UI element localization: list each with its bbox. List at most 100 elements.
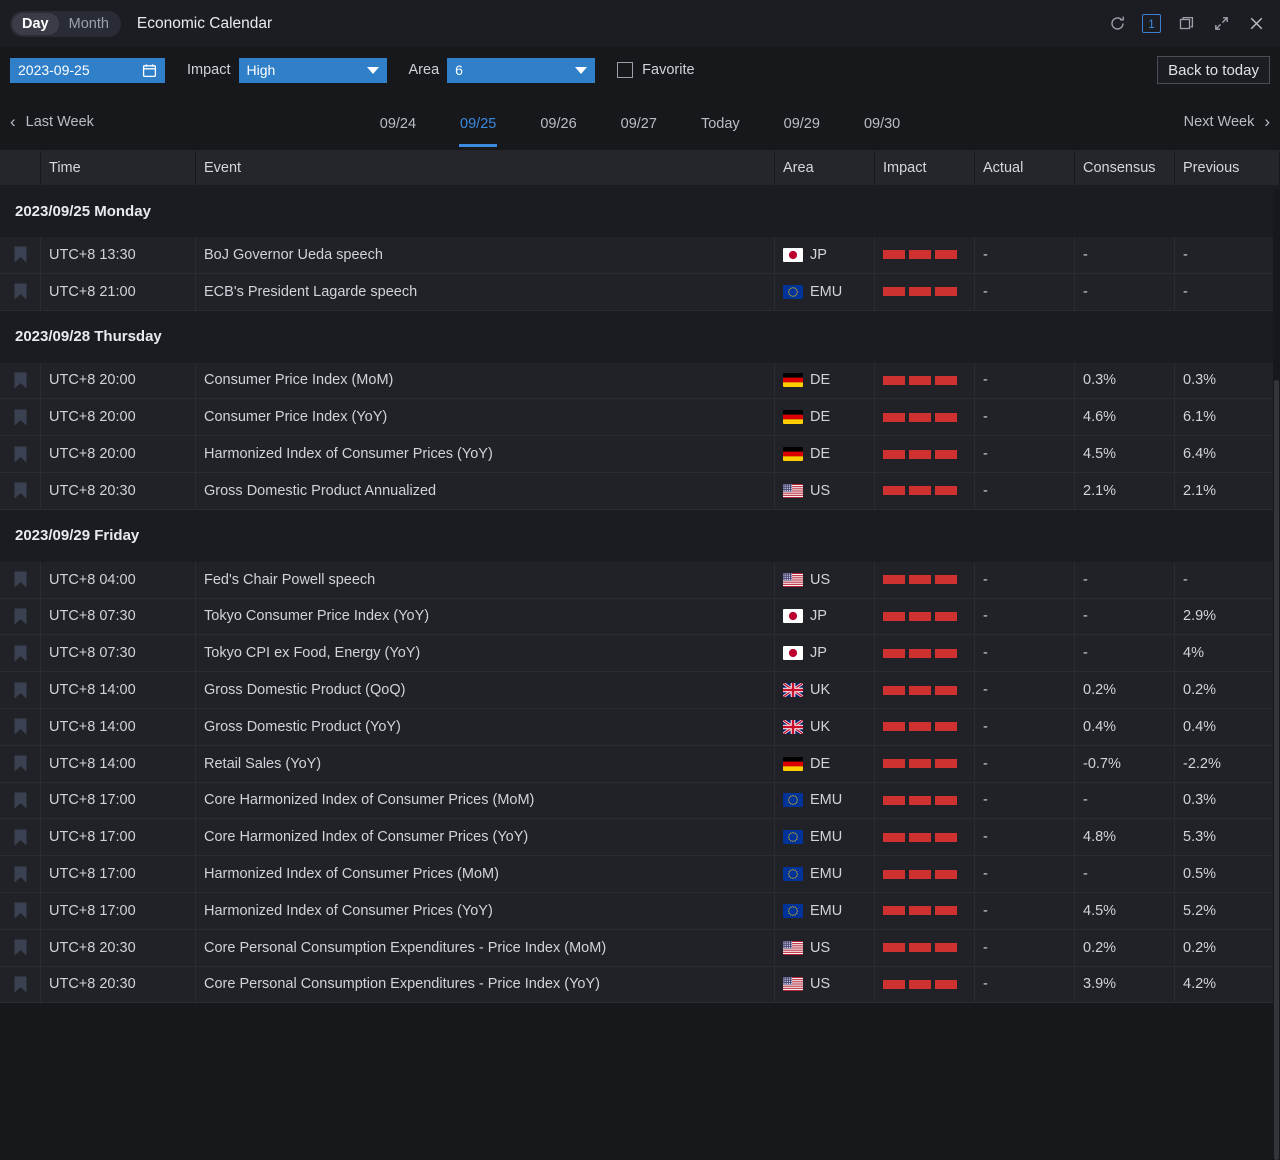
- window-count-badge[interactable]: 1: [1142, 14, 1161, 33]
- bookmark-toggle[interactable]: [0, 237, 41, 273]
- event-name: ECB's President Lagarde speech: [196, 274, 775, 310]
- table-row[interactable]: UTC+8 20:00Harmonized Index of Consumer …: [0, 436, 1280, 473]
- window-controls: 1: [1107, 14, 1272, 34]
- bookmark-toggle[interactable]: [0, 399, 41, 435]
- area-code: EMU: [810, 903, 842, 919]
- bookmark-toggle[interactable]: [0, 709, 41, 745]
- table-row[interactable]: UTC+8 20:30Core Personal Consumption Exp…: [0, 930, 1280, 967]
- flag-icon-jp: [783, 248, 803, 262]
- bookmark-toggle[interactable]: [0, 856, 41, 892]
- date-input[interactable]: 2023-09-25: [10, 58, 165, 83]
- event-actual: -: [975, 709, 1075, 745]
- bookmark-toggle[interactable]: [0, 819, 41, 855]
- vertical-scrollbar-track[interactable]: [1273, 189, 1280, 1069]
- table-row[interactable]: UTC+8 07:30Tokyo Consumer Price Index (Y…: [0, 599, 1280, 636]
- day-tab-0[interactable]: 09/24: [358, 101, 438, 143]
- event-actual: -: [975, 672, 1075, 708]
- table-row[interactable]: UTC+8 04:00Fed's Chair Powell speechUS--…: [0, 562, 1280, 599]
- impact-bar: [883, 833, 905, 842]
- table-row[interactable]: UTC+8 20:30Gross Domestic Product Annual…: [0, 473, 1280, 510]
- table-body: 2023/09/25 MondayUTC+8 13:30BoJ Governor…: [0, 185, 1280, 1003]
- bookmark-toggle[interactable]: [0, 893, 41, 929]
- table-row[interactable]: UTC+8 17:00Harmonized Index of Consumer …: [0, 856, 1280, 893]
- bookmark-toggle[interactable]: [0, 746, 41, 782]
- bookmark-toggle[interactable]: [0, 599, 41, 635]
- day-tab-1[interactable]: 09/25: [438, 101, 518, 143]
- table-row[interactable]: UTC+8 20:00Consumer Price Index (MoM)DE-…: [0, 363, 1280, 400]
- event-time: UTC+8 20:30: [41, 473, 196, 509]
- day-tab-2[interactable]: 09/26: [518, 101, 598, 143]
- event-name: Consumer Price Index (MoM): [196, 363, 775, 399]
- event-consensus: 0.3%: [1075, 363, 1175, 399]
- impact-bar: [883, 413, 905, 422]
- bookmark-toggle[interactable]: [0, 473, 41, 509]
- impact-bar: [935, 943, 957, 952]
- impact-indicator: [883, 649, 957, 658]
- event-time: UTC+8 14:00: [41, 746, 196, 782]
- impact-bar: [909, 686, 931, 695]
- column-header-event: Event: [196, 151, 775, 185]
- flag-icon-us: [783, 977, 803, 991]
- event-area: EMU: [775, 819, 875, 855]
- table-row[interactable]: UTC+8 21:00ECB's President Lagarde speec…: [0, 274, 1280, 311]
- vertical-scrollbar-thumb[interactable]: [1274, 380, 1279, 1160]
- view-mode-toggle[interactable]: Day Month: [10, 11, 121, 37]
- favorite-filter[interactable]: Favorite: [617, 62, 694, 78]
- view-mode-day[interactable]: Day: [12, 13, 59, 35]
- back-to-today-button[interactable]: Back to today: [1157, 56, 1270, 84]
- favorite-label: Favorite: [642, 62, 694, 78]
- event-time: UTC+8 17:00: [41, 856, 196, 892]
- day-tab-4[interactable]: Today: [679, 101, 762, 143]
- view-mode-month[interactable]: Month: [59, 13, 119, 35]
- event-impact: [875, 856, 975, 892]
- day-tab-6[interactable]: 09/30: [842, 101, 922, 143]
- table-row[interactable]: UTC+8 17:00Core Harmonized Index of Cons…: [0, 783, 1280, 820]
- column-header-time: Time: [41, 151, 196, 185]
- impact-filter-label: Impact: [187, 62, 231, 78]
- day-tab-3[interactable]: 09/27: [599, 101, 679, 143]
- favorite-checkbox[interactable]: [617, 62, 633, 78]
- bookmark-toggle[interactable]: [0, 562, 41, 598]
- impact-bar: [909, 287, 931, 296]
- chevron-down-icon: [367, 67, 379, 74]
- impact-bar: [935, 413, 957, 422]
- event-impact: [875, 562, 975, 598]
- event-name: Gross Domestic Product Annualized: [196, 473, 775, 509]
- area-select[interactable]: 6: [447, 58, 595, 83]
- table-row[interactable]: UTC+8 07:30Tokyo CPI ex Food, Energy (Yo…: [0, 635, 1280, 672]
- event-consensus: -: [1075, 274, 1175, 310]
- bookmark-toggle[interactable]: [0, 635, 41, 671]
- table-row[interactable]: UTC+8 14:00Gross Domestic Product (YoY)U…: [0, 709, 1280, 746]
- event-impact: [875, 399, 975, 435]
- impact-bar: [909, 870, 931, 879]
- table-row[interactable]: UTC+8 17:00Core Harmonized Index of Cons…: [0, 819, 1280, 856]
- day-tab-5[interactable]: 09/29: [762, 101, 842, 143]
- copy-window-icon[interactable]: [1176, 14, 1196, 34]
- bookmark-toggle[interactable]: [0, 783, 41, 819]
- table-row[interactable]: UTC+8 20:00Consumer Price Index (YoY)DE-…: [0, 399, 1280, 436]
- bookmark-toggle[interactable]: [0, 672, 41, 708]
- table-row[interactable]: UTC+8 20:30Core Personal Consumption Exp…: [0, 967, 1280, 1004]
- bookmark-toggle[interactable]: [0, 274, 41, 310]
- event-previous: 0.2%: [1175, 930, 1280, 966]
- table-row[interactable]: UTC+8 13:30BoJ Governor Ueda speechJP---: [0, 237, 1280, 274]
- area-code: US: [810, 572, 830, 588]
- flag-icon-us: [783, 573, 803, 587]
- impact-select[interactable]: High: [239, 58, 387, 83]
- table-row[interactable]: UTC+8 17:00Harmonized Index of Consumer …: [0, 893, 1280, 930]
- bookmark-toggle[interactable]: [0, 930, 41, 966]
- bookmark-toggle[interactable]: [0, 363, 41, 399]
- area-code: EMU: [810, 866, 842, 882]
- expand-icon[interactable]: [1211, 14, 1231, 34]
- flag-icon-eu: [783, 793, 803, 807]
- table-row[interactable]: UTC+8 14:00Retail Sales (YoY)DE--0.7%-2.…: [0, 746, 1280, 783]
- refresh-icon[interactable]: [1107, 14, 1127, 34]
- bookmark-toggle[interactable]: [0, 436, 41, 472]
- close-icon[interactable]: [1246, 14, 1266, 34]
- bookmark-toggle[interactable]: [0, 967, 41, 1003]
- area-code: EMU: [810, 829, 842, 845]
- table-row[interactable]: UTC+8 14:00Gross Domestic Product (QoQ)U…: [0, 672, 1280, 709]
- event-previous: 5.3%: [1175, 819, 1280, 855]
- event-impact: [875, 274, 975, 310]
- event-consensus: 4.6%: [1075, 399, 1175, 435]
